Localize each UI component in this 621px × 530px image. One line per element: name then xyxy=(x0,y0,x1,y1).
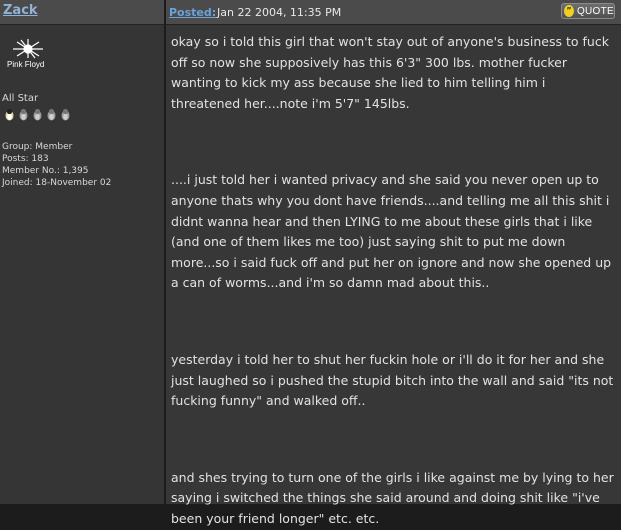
rank-penguin-icon xyxy=(33,108,42,121)
post-header: Posted: Jan 22 2004, 11:35 PM ” QUOTE xyxy=(166,0,621,25)
post-paragraph: okay so i told this girl that won't stay… xyxy=(171,34,609,111)
rank-penguin-icon xyxy=(5,108,14,121)
member-info: Group: Member Posts: 183 Member No.: 1,3… xyxy=(2,141,111,189)
rank-penguin-icon xyxy=(61,108,70,121)
author-username-link[interactable]: Zack xyxy=(3,3,38,18)
member-group: Group: Member xyxy=(2,142,73,152)
rank-penguin-icon xyxy=(19,108,28,121)
member-number: Member No.: 1,395 xyxy=(2,166,89,176)
post-paragraph: and shes trying to turn one of the girls… xyxy=(171,469,614,526)
post-paragraph: yesterday i told her to shut her fuckin … xyxy=(171,351,614,409)
author-panel: Pink Floyd All Star Group: Member Posts:… xyxy=(0,25,164,504)
rank-pips xyxy=(3,108,72,121)
avatar-caption: Pink Floyd xyxy=(7,60,45,69)
forum-post: Zack Posted: Jan 22 2004, 11:35 PM ” QUO… xyxy=(0,0,621,526)
quote-button-label: QUOTE xyxy=(576,5,614,17)
post-body-panel: okay so i told this girl that won't stay… xyxy=(166,25,621,526)
post-body: okay so i told this girl that won't stay… xyxy=(171,32,616,530)
member-rank: All Star xyxy=(2,93,39,104)
member-joined: Joined: 18-November 02 xyxy=(2,178,112,188)
post-paragraph: ....i just told her i wanted privacy and… xyxy=(171,172,612,291)
post-date: Jan 22 2004, 11:35 PM xyxy=(217,6,342,19)
posted-permalink[interactable]: Posted: xyxy=(169,6,216,19)
rank-penguin-icon xyxy=(47,108,56,121)
member-posts: Posts: 183 xyxy=(2,154,49,164)
author-header: Zack xyxy=(0,0,164,25)
quote-bubble-icon: ” xyxy=(564,5,574,17)
quote-button[interactable]: ” QUOTE xyxy=(561,3,615,19)
